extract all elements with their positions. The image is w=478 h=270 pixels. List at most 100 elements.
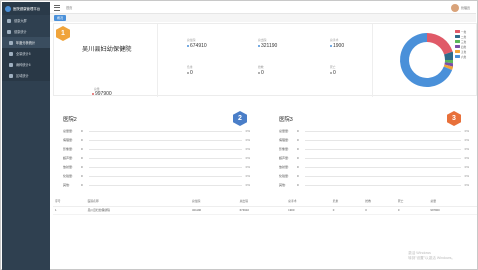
stat-percent: 0% — [464, 183, 469, 187]
column-header[interactable]: 抢救 — [363, 197, 396, 207]
progress-bar — [305, 139, 461, 141]
stat-label: 超声量: — [63, 156, 73, 160]
top-hospital-card: 1 吴川县妇幼保健院 总量 997900 — [54, 24, 158, 97]
activation-watermark: 激活 Windows 转到"设置"以激活 Windows。 — [408, 251, 455, 261]
column-header[interactable]: 总住院 — [189, 197, 238, 207]
stat-value: 0 — [81, 138, 83, 142]
legend-label: 一类 — [461, 30, 467, 34]
stat-label: 化验量: — [63, 174, 73, 178]
table-cell: 321190 — [189, 206, 238, 215]
sidebar-item-label: 健康大屏 — [14, 19, 27, 23]
legend-label: 二类 — [461, 35, 467, 39]
progress-bar — [89, 184, 242, 186]
brand: 医院健康管理平台 — [2, 2, 50, 15]
donut-chart — [400, 33, 454, 87]
stat-row: 影像量: 0 0% — [279, 145, 469, 153]
sidebar-item-label: 病种统计6 — [16, 63, 31, 67]
legend-swatch — [455, 45, 460, 48]
column-header[interactable]: 总量 — [428, 197, 477, 207]
progress-bar — [305, 175, 461, 177]
stat-value: 0 — [81, 147, 83, 151]
sidebar-item-region[interactable]: 区域统计 — [2, 70, 50, 81]
progress-bar — [89, 130, 242, 132]
progress-bar — [89, 139, 242, 141]
sidebar-item-label: 年度分析统计 — [16, 41, 36, 45]
stat-percent: 0% — [464, 165, 469, 169]
column-header[interactable]: 危重 — [330, 197, 364, 207]
sidebar-item-statistics[interactable]: 健康统计 — [2, 26, 50, 37]
sidebar-item-full[interactable]: 全量统计5 — [2, 48, 50, 59]
rank-badge: 1 — [56, 26, 70, 41]
legend-swatch — [455, 55, 460, 58]
sidebar-item-annual[interactable]: 年度分析统计 — [2, 37, 50, 48]
stat-value: 0 — [81, 174, 83, 178]
app-window: 医院健康管理平台 健康大屏 健康统计 年度分析统计 全量统计5 病种统计6 区域… — [0, 0, 478, 270]
file-icon — [9, 40, 13, 45]
stat-percent: 0% — [464, 147, 469, 151]
watermark-line-2: 转到"设置"以激活 Windows。 — [408, 256, 455, 260]
table-header: 序号 医院名称 总住院 总出院 总手术 危重 抢救 死亡 总量 — [53, 197, 477, 207]
sidebar-item-dashboard[interactable]: 健康大屏 — [2, 15, 50, 26]
stat-label: 其他: — [279, 183, 286, 187]
donut-chart-area: 一类 二类 三类 四类 五类 六类 — [373, 24, 478, 97]
donut-slice[interactable] — [427, 33, 453, 55]
column-header[interactable]: 序号 — [53, 197, 86, 207]
panel-title: 医院3 — [279, 117, 293, 123]
donut-legend: 一类 二类 三类 四类 五类 六类 — [455, 29, 466, 59]
column-header[interactable]: 总手术 — [286, 197, 331, 207]
stat-label: 化验量: — [279, 174, 289, 178]
stat-row: 超声量: 0 0% — [279, 154, 469, 162]
metric-value: 0 — [187, 70, 257, 76]
monitor-icon — [7, 18, 11, 23]
column-header[interactable]: 医院名称 — [85, 197, 190, 207]
progress-bar — [89, 148, 242, 150]
avatar[interactable] — [450, 4, 459, 12]
stat-row: 放射量: 0 0% — [279, 163, 469, 171]
stat-row: 病理量: 0 0% — [279, 136, 469, 144]
table-cell: 1 — [53, 206, 86, 215]
summary-panel: 1 吴川县妇幼保健院 总量 997900 总住院 674910 总出院 3211… — [53, 23, 478, 97]
stat-label: 病理量: — [279, 138, 289, 142]
metric-value: 674910 — [187, 43, 257, 49]
stat-row: 化验量: 0 0% — [63, 172, 250, 180]
column-header[interactable]: 总出院 — [237, 197, 287, 207]
progress-bar — [89, 166, 242, 168]
sidebar-item-disease[interactable]: 病种统计6 — [2, 59, 50, 70]
table-row[interactable]: 1 吴川县妇幼保健院 321190 674910 1900 0 0 0 997900 — [53, 206, 477, 215]
hospital-panel-3: 医院3 3 总量量: 0 0% 病理量: 0 0% 影像量: 0 0% 超声量: 0 0% 放射量: 0 0… — [269, 99, 477, 191]
legend-item[interactable]: 六类 — [455, 54, 466, 59]
file-icon — [9, 51, 13, 56]
stat-value: 0 — [297, 183, 299, 187]
stat-percent: 0% — [245, 147, 250, 151]
stat-percent: 0% — [245, 174, 250, 178]
progress-bar — [305, 157, 461, 159]
table-cell: 1900 — [286, 206, 331, 215]
stat-row: 病理量: 0 0% — [63, 136, 250, 144]
stat-value: 0 — [297, 138, 299, 142]
legend-label: 六类 — [461, 55, 467, 59]
page-tab-strip: 概况 — [50, 14, 476, 22]
table-cell: 0 — [363, 206, 396, 215]
user-name: 管理员 — [460, 6, 470, 10]
panel-title: 医院2 — [63, 117, 77, 123]
table-cell: 997900 — [428, 206, 477, 215]
stat-value: 0 — [297, 156, 299, 160]
stat-row: 其他: 0 0% — [63, 181, 250, 189]
table-cell: 0 — [330, 206, 364, 215]
home-tab[interactable]: 首页 — [66, 5, 72, 10]
user-menu[interactable]: 管理员 — [450, 4, 470, 12]
stat-percent: 0% — [245, 129, 250, 133]
metrics-grid: 总住院 674910 总出院 321190 总手术 1900 危重 0 抢救 0… — [158, 24, 373, 97]
progress-bar — [89, 175, 242, 177]
progress-bar — [305, 184, 461, 186]
legend-swatch — [455, 40, 460, 43]
stat-row: 超声量: 0 0% — [63, 154, 250, 162]
tab-overview[interactable]: 概况 — [54, 15, 67, 21]
stat-value: 0 — [81, 183, 83, 187]
column-header[interactable]: 死亡 — [395, 197, 429, 207]
legend-swatch — [455, 50, 460, 53]
menu-toggle-icon[interactable] — [54, 4, 60, 11]
progress-bar — [305, 166, 461, 168]
stat-label: 总量量: — [279, 129, 289, 133]
sidebar-item-label: 全量统计5 — [16, 52, 31, 56]
